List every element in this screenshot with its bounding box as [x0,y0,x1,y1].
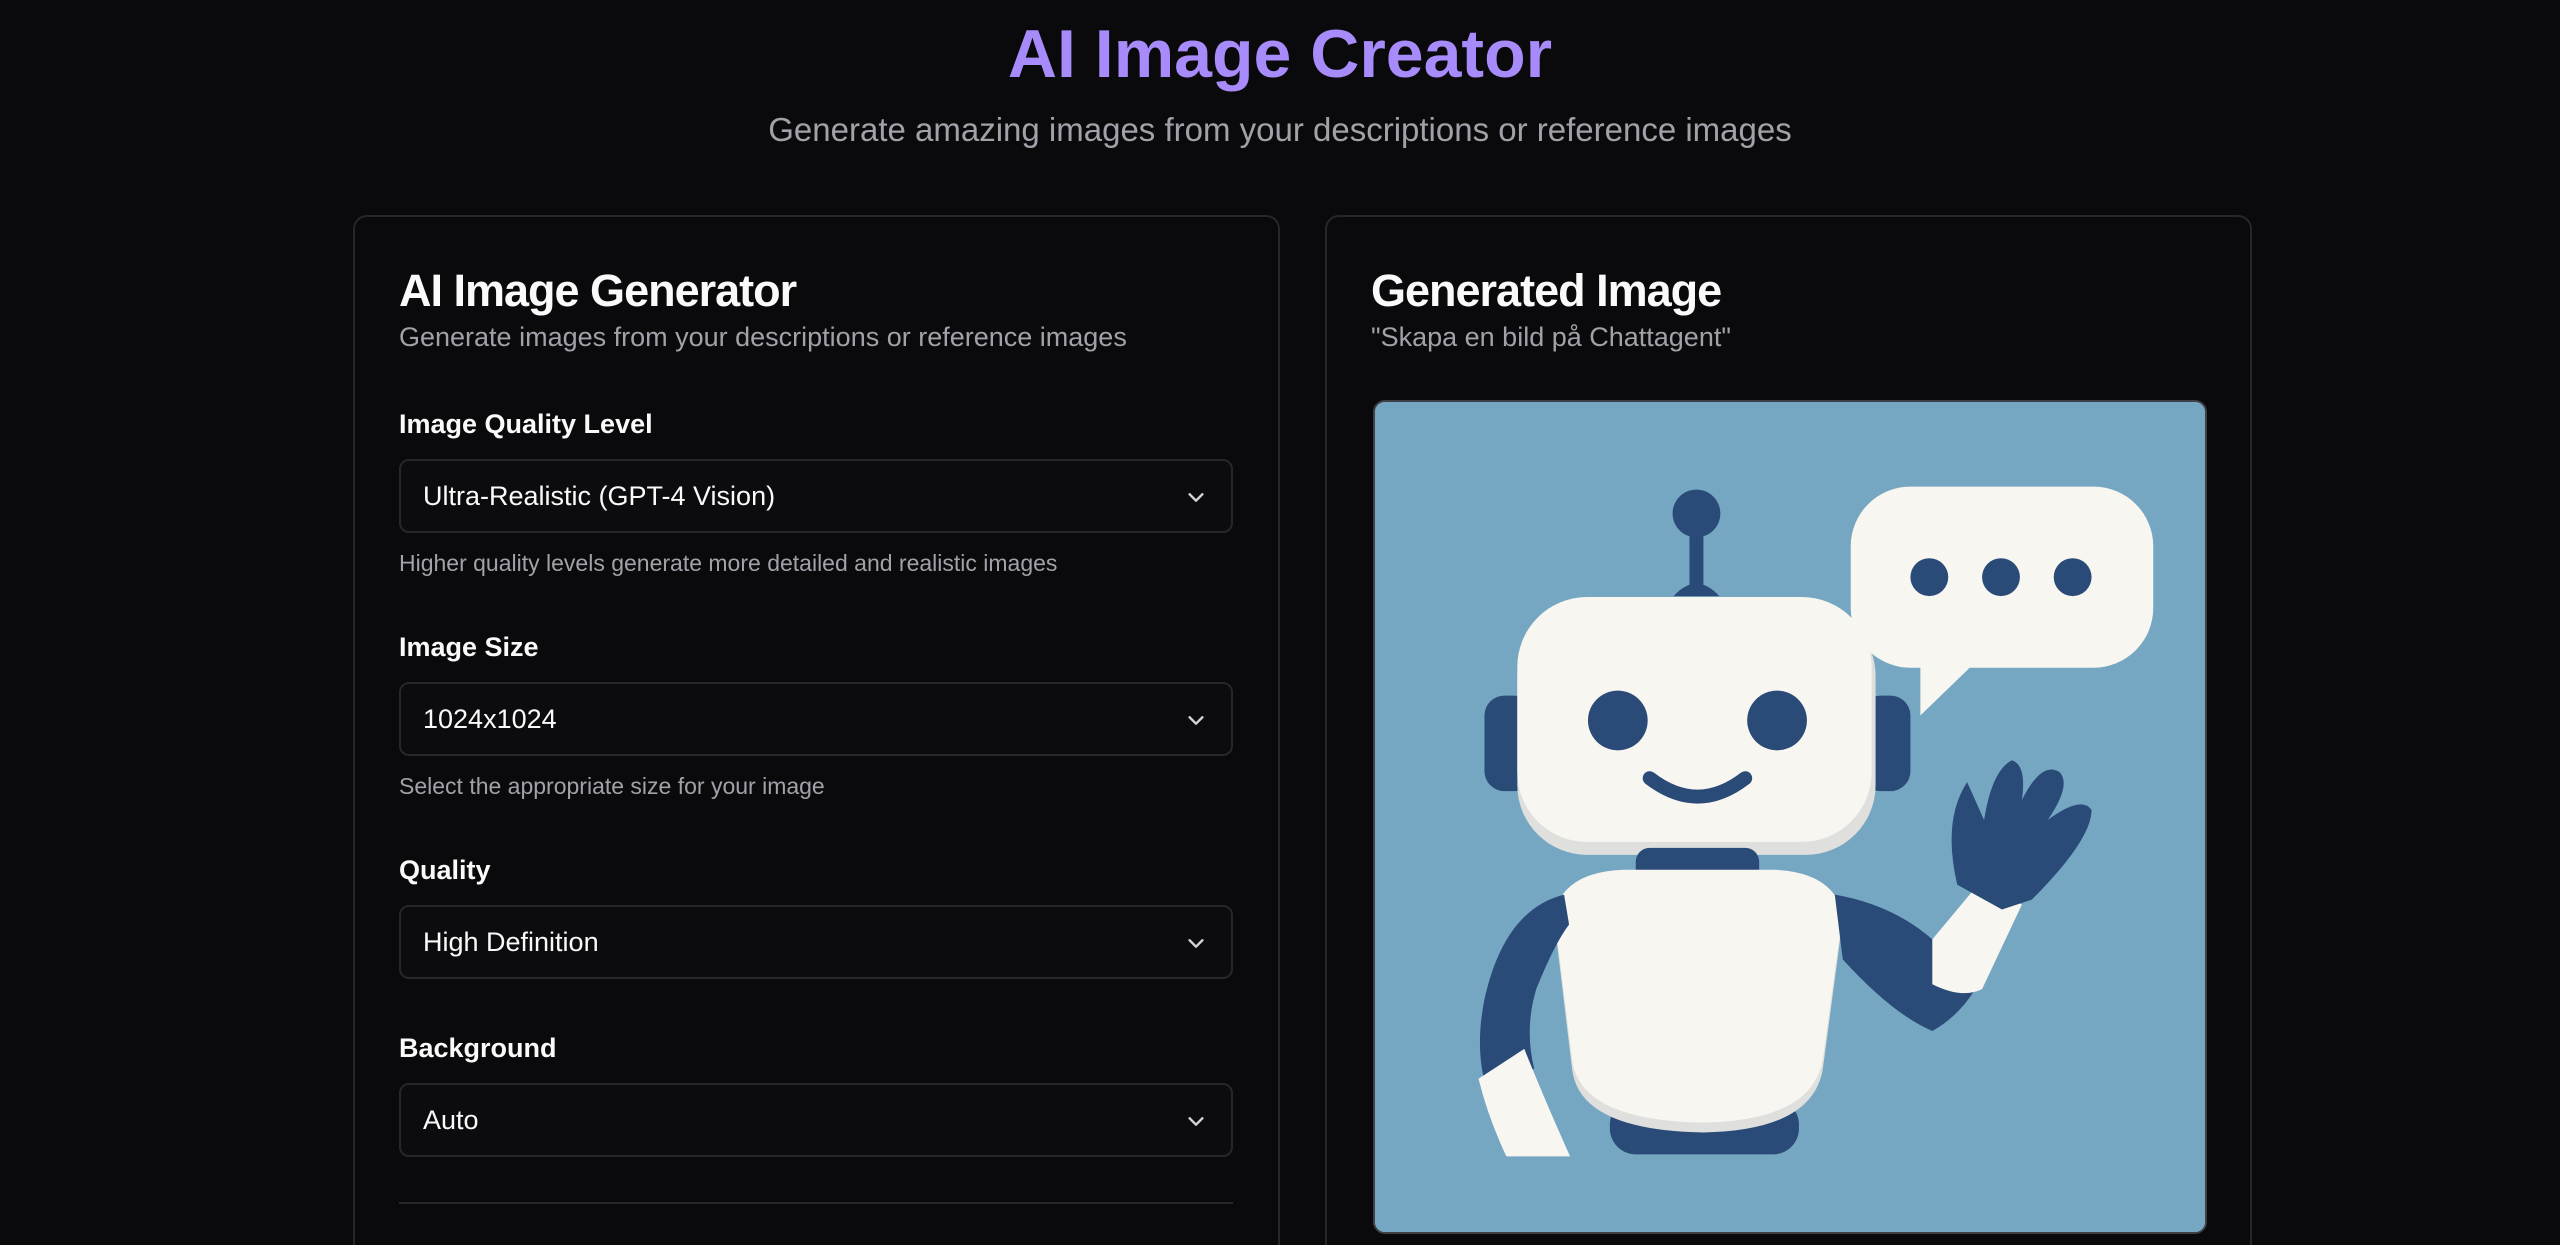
background-value: Auto [423,1105,479,1135]
generator-title: AI Image Generator [399,265,797,316]
quality-level-select[interactable]: Ultra-Realistic (GPT-4 Vision) [399,459,1233,533]
image-size-hint: Select the appropriate size for your ima… [399,773,825,799]
quality-value: High Definition [423,927,599,957]
generator-description: Generate images from your descriptions o… [399,322,1127,352]
quality-label: Quality [399,855,491,885]
page-title: AI Image Creator [1007,16,1553,92]
chevron-down-icon [1188,939,1204,948]
chevron-down-icon [1188,1117,1204,1126]
chevron-down-icon [1188,716,1204,725]
robot-illustration [1375,402,2205,1232]
quality-select[interactable]: High Definition [399,905,1233,979]
quality-level-hint: Higher quality levels generate more deta… [399,550,1058,576]
result-prompt: "Skapa en bild på Chattagent" [1371,322,1731,352]
background-select[interactable]: Auto [399,1083,1233,1157]
image-size-label: Image Size [399,632,539,662]
chevron-down-icon [1188,493,1204,502]
generated-image[interactable] [1373,400,2207,1234]
result-card: Generated Image "Skapa en bild på Chatta… [1325,215,2252,1245]
page-subtitle: Generate amazing images from your descri… [768,111,1792,148]
image-size-select[interactable]: 1024x1024 [399,682,1233,756]
result-title: Generated Image [1371,265,1722,316]
image-size-value: 1024x1024 [423,704,557,734]
background-label: Background [399,1033,557,1063]
generator-card: AI Image Generator Generate images from … [353,215,1280,1245]
quality-level-value: Ultra-Realistic (GPT-4 Vision) [423,481,776,511]
quality-level-label: Image Quality Level [399,409,653,439]
page: AI Image Creator Generate amazing images… [0,0,2560,1245]
section-divider [399,1202,1233,1204]
